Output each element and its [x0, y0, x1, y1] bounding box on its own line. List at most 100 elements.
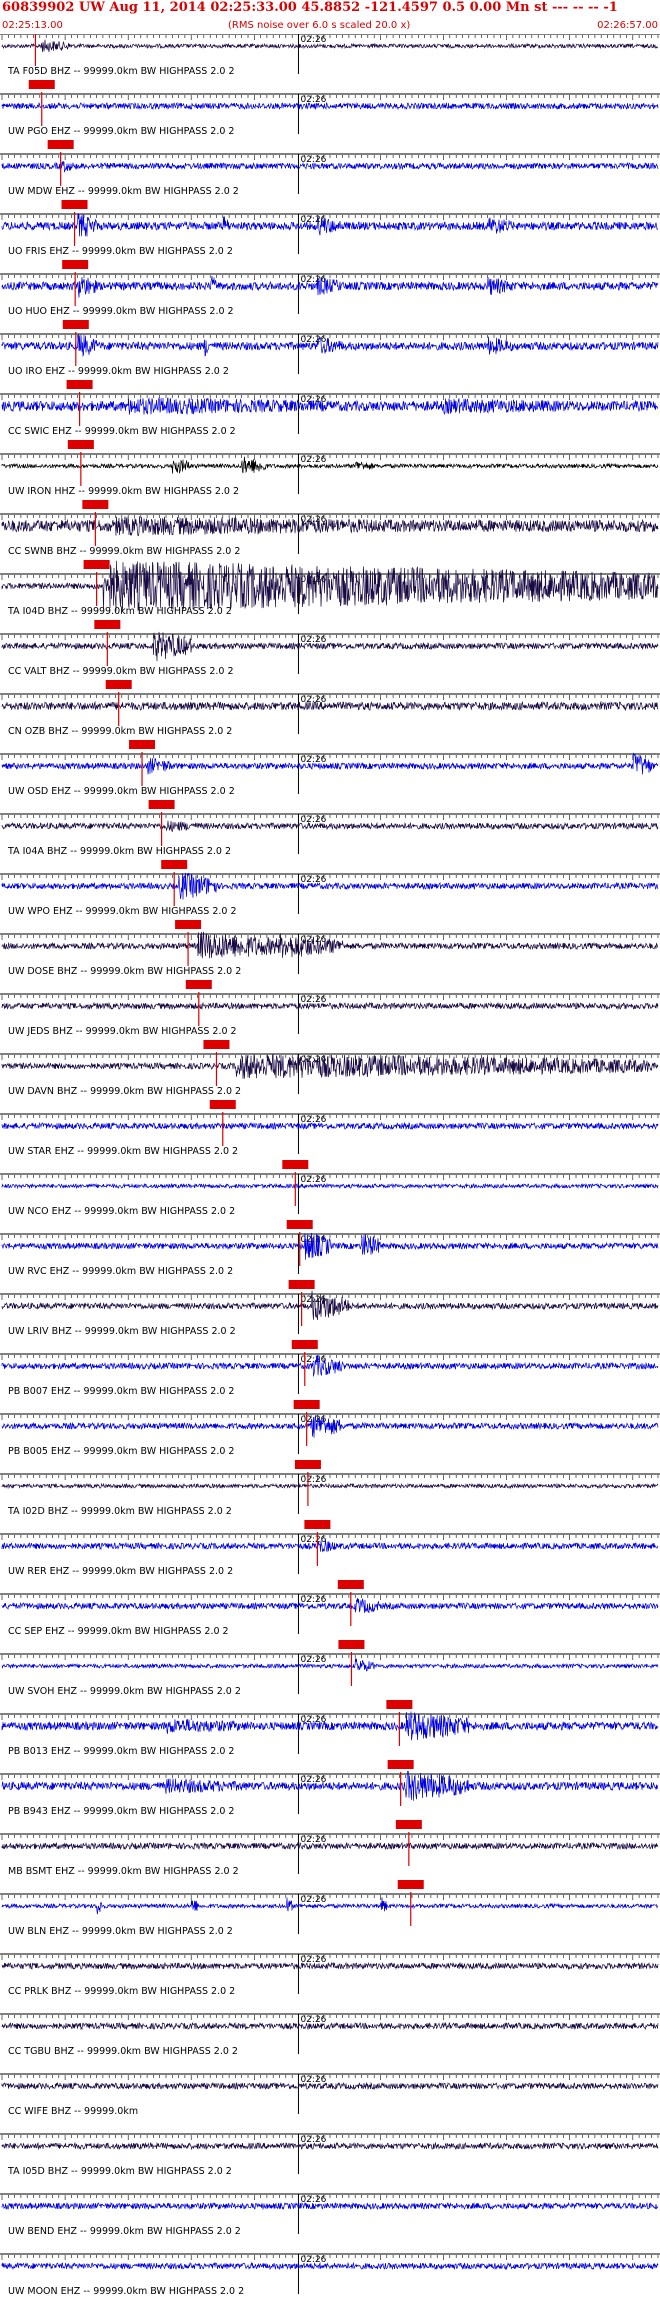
trace-2: 02:26 UW PGO EHZ -- 99999.0km BW HIGHPASS…: [0, 80, 660, 137]
time-ticks: [1, 935, 659, 940]
station-label: UW BEND EHZ -- 99999.0km BW HIGHPASS 2.0…: [8, 2226, 241, 2237]
time-ticks: [1, 1055, 659, 1060]
pick-flag: [67, 440, 94, 449]
time-ticks: [1, 1115, 659, 1120]
trace-3: 02:26UW MDW EHZ -- 99999.0km BW HIGHPASS…: [0, 140, 660, 197]
waveform: [1, 700, 659, 712]
minute-tick-label: 02:26: [300, 1895, 326, 1905]
station-label: TA I02D BHZ -- 99999.0km BW HIGHPASS 2.0…: [7, 1506, 232, 1517]
time-ticks: [1, 1475, 659, 1480]
time-ticks: [1, 1775, 659, 1780]
station-label: UW MOON EHZ -- 99999.0km BW HIGHPASS 2.0…: [8, 2286, 244, 2297]
station-label: PB B013 EHZ -- 99999.0km BW HIGHPASS 2.0…: [8, 1746, 234, 1757]
station-label: UW IRON HHZ -- 99999.0km BW HIGHPASS 2.0…: [8, 486, 239, 497]
waveform: [1, 1482, 659, 1490]
time-ticks: [1, 1175, 659, 1180]
minute-tick-label: 02:26: [300, 2075, 326, 2085]
station-label: UO IRO EHZ -- 99999.0km BW HIGHPASS 2.0 …: [8, 366, 229, 377]
trace-14: 02:26TA I04A BHZ -- 99999.0km BW HIGHPAS…: [0, 800, 660, 857]
station-label: UW RVC EHZ -- 99999.0km BW HIGHPASS 2.0 …: [8, 1266, 233, 1277]
station-label: CC TGBU BHZ -- 99999.0km BW HIGHPASS 2.0…: [8, 2046, 238, 2057]
trace-21: 02:26UW RVC EHZ -- 99999.0km BW HIGHPASS…: [0, 1220, 660, 1277]
pick-flag: [83, 560, 110, 569]
pick-flag: [66, 380, 93, 389]
pick-flag: [387, 1760, 414, 1769]
station-label: CC SEP EHZ -- 99999.0km BW HIGHPASS 2.0 …: [8, 1626, 229, 1637]
minute-tick-label: 02:26: [300, 2195, 326, 2205]
minute-tick-label: 02:26: [300, 875, 326, 885]
trace-35: 02:26 CC WIFE BHZ -- 99999.0km: [0, 2073, 660, 2117]
pick-flag: [395, 1820, 422, 1829]
station-label: UW STAR EHZ -- 99999.0km BW HIGHPASS 2.0…: [8, 1146, 238, 1157]
station-label: CC SWNB BHZ -- 99999.0km BW HIGHPASS 2.0…: [8, 546, 240, 557]
station-label: TA I04D BHZ -- 99999.0km BW HIGHPASS 2.0…: [7, 606, 232, 617]
waveform: [1, 1001, 659, 1011]
pick-flag: [288, 1280, 315, 1289]
pick-flag: [94, 620, 121, 629]
trace-1: 02:26 TA F05D BHZ -- 99999.0km BW HIGHPAS…: [0, 34, 660, 77]
station-label: CN OZB BHZ -- 99999.0km BW HIGHPASS 2.0 …: [8, 726, 232, 737]
waveform: [1, 820, 659, 832]
trace-19: 02:26UW STAR EHZ -- 99999.0km BW HIGHPAS…: [0, 1100, 660, 1157]
seismogram-plot: 02:26 TA F05D BHZ -- 99999.0km BW HIGHPAS…: [0, 34, 660, 2297]
time-ticks: [1, 815, 659, 820]
pick-flag: [293, 1400, 320, 1409]
trace-32: 02:26 UW BLN EHZ -- 99999.0km BW HIGHPASS…: [0, 1880, 660, 1937]
minute-tick-label: 02:26: [300, 35, 326, 45]
trace-8: 02:26 UW IRON HHZ -- 99999.0km BW HIGHPAS…: [0, 440, 660, 497]
pick-flag: [337, 1580, 364, 1589]
time-ticks: [1, 155, 659, 160]
pick-flag: [304, 1520, 331, 1529]
trace-24: 02:26PB B005 EHZ -- 99999.0km BW HIGHPAS…: [0, 1400, 660, 1457]
trace-7: 02:26CC SWIC EHZ -- 99999.0km BW HIGHPAS…: [0, 380, 660, 437]
trace-29: 02:26PB B013 EHZ -- 99999.0km BW HIGHPAS…: [0, 1700, 660, 1757]
trace-27: 02:26CC SEP EHZ -- 99999.0km BW HIGHPASS…: [0, 1580, 660, 1637]
station-label: TA I04A BHZ -- 99999.0km BW HIGHPASS 2.0…: [7, 846, 231, 857]
trace-11: 02:26CC VALT BHZ -- 99999.0km BW HIGHPAS…: [0, 620, 660, 677]
waveform: [1, 1539, 659, 1553]
station-label: UW PGO EHZ -- 99999.0km BW HIGHPASS 2.0 …: [8, 126, 234, 137]
start-time-label: 02:25:13.00: [2, 20, 63, 31]
minute-tick-label: 02:26: [300, 755, 326, 765]
time-ticks: [1, 2075, 659, 2080]
trace-4: 02:26UO FRIS EHZ -- 99999.0km BW HIGHPAS…: [0, 200, 660, 257]
pick-flag: [386, 1700, 413, 1709]
waveform: [1, 456, 659, 474]
waveform: [1, 1841, 659, 1851]
trace-17: 02:26UW JEDS BHZ -- 99999.0km BW HIGHPAS…: [0, 980, 660, 1037]
station-label: UW DOSE BHZ -- 99999.0km BW HIGHPASS 2.0…: [8, 966, 241, 977]
pick-flag: [62, 320, 89, 329]
waveform: [1, 1121, 659, 1131]
time-ticks: [1, 95, 659, 100]
minute-tick-label: 02:26: [300, 455, 326, 465]
station-label: CC WIFE BHZ -- 99999.0km: [8, 2106, 138, 2117]
minute-tick-label: 02:26: [300, 1835, 326, 1845]
pick-flag: [338, 1640, 365, 1649]
pick-flag: [105, 680, 132, 689]
scale-note: (RMS noise over 6.0 s scaled 20.0 x): [228, 20, 411, 31]
station-label: UW NCO EHZ -- 99999.0km BW HIGHPASS 2.0 …: [8, 1206, 235, 1217]
waveform: [1, 1961, 659, 1971]
station-label: UW BLN EHZ -- 99999.0km BW HIGHPASS 2.0 …: [8, 1926, 233, 1937]
time-ticks: [1, 875, 659, 880]
waveform: [1, 2261, 659, 2271]
station-label: CC SWIC EHZ -- 99999.0km BW HIGHPASS 2.0…: [8, 426, 236, 437]
trace-10: 02:26TA I04D BHZ -- 99999.0km BW HIGHPAS…: [0, 560, 660, 617]
time-ticks: [1, 35, 659, 40]
time-ticks: [1, 1415, 659, 1420]
waveform: [1, 516, 659, 537]
station-label: UW JEDS BHZ -- 99999.0km BW HIGHPASS 2.0…: [8, 1026, 237, 1037]
pick-flag: [294, 1460, 321, 1469]
pick-flag: [209, 1100, 236, 1109]
trace-26: 02:26UW RER EHZ -- 99999.0km BW HIGHPASS…: [0, 1520, 660, 1577]
waveform: [1, 1182, 659, 1190]
pick-flag: [282, 1160, 309, 1169]
station-label: UW WPO EHZ -- 99999.0km BW HIGHPASS 2.0 …: [8, 906, 237, 917]
waveform: [1, 39, 659, 53]
trace-34: 02:26CC TGBU BHZ -- 99999.0km BW HIGHPAS…: [0, 2013, 660, 2057]
time-ticks: [1, 1535, 659, 1540]
waveform: [1, 1897, 658, 1915]
trace-25: 02:26 TA I02D BHZ -- 99999.0km BW HIGHPAS…: [0, 1460, 660, 1517]
pick-flag: [175, 920, 202, 929]
time-ticks: [1, 1595, 659, 1600]
